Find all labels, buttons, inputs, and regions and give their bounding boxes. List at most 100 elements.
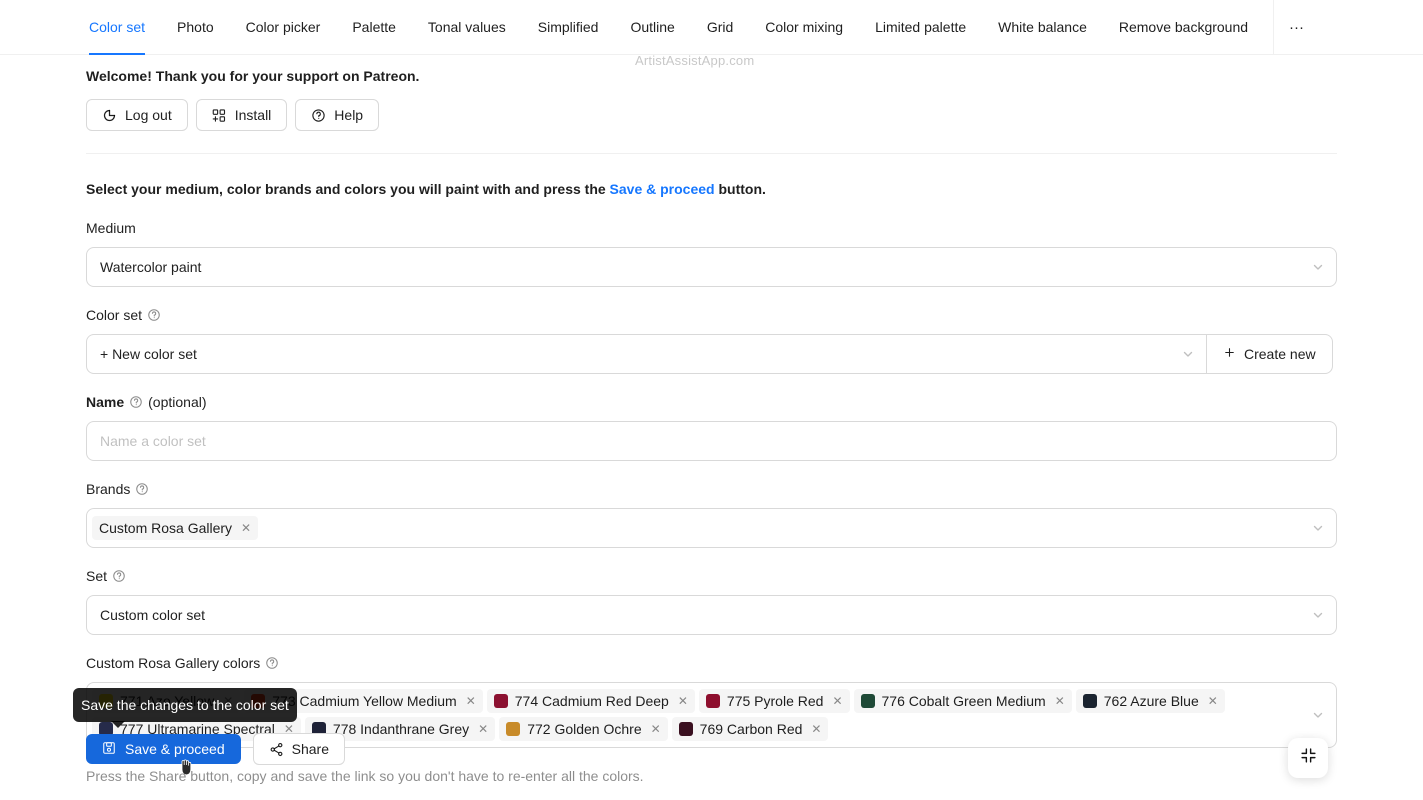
color-tag[interactable]: 762 Azure Blue ✕ [1075,689,1225,713]
tab-simplified[interactable]: Simplified [522,0,615,54]
logout-label: Log out [125,107,172,123]
close-icon[interactable]: ✕ [830,695,844,707]
color-set-label: Color set [86,304,1337,326]
main-tab-bar: Color set Photo Color picker Palette Ton… [0,0,1423,55]
close-icon[interactable]: ✕ [676,695,690,707]
tab-color-set[interactable]: Color set [73,0,161,55]
install-icon [212,108,227,123]
share-button[interactable]: Share [252,733,345,765]
tab-label: Photo [177,19,214,35]
name-input-wrapper[interactable]: Name a color set [86,421,1337,461]
color-tag[interactable]: 772 Golden Ochre ✕ [499,717,668,741]
name-input-placeholder: Name a color set [100,433,206,449]
brands-label: Brands [86,478,1337,500]
color-tag[interactable]: 776 Cobalt Green Medium ✕ [853,689,1072,713]
tab-outline[interactable]: Outline [614,0,690,54]
close-icon[interactable]: ✕ [464,695,478,707]
chevron-down-icon [1312,261,1324,273]
account-section: Welcome! Thank you for your support on P… [86,55,1337,131]
color-set-label-text: Color set [86,307,143,323]
name-optional-text: (optional) [148,394,207,410]
logout-button[interactable]: Log out [86,99,188,131]
color-swatch-icon [860,694,875,708]
compress-icon [1300,747,1317,769]
save-tooltip: Save the changes to the color set [73,688,297,728]
tab-label: Outline [630,19,675,35]
tab-white-balance[interactable]: White balance [982,0,1103,54]
share-hint-text: Press the Share button, copy and save th… [86,768,644,784]
colors-label-text: Custom Rosa Gallery colors [86,655,261,671]
color-tag[interactable]: 775 Pyrole Red ✕ [698,689,850,713]
tab-label: Simplified [537,19,599,35]
tab-limited-palette[interactable]: Limited palette [859,0,982,54]
brand-tag[interactable]: Custom Rosa Gallery ✕ [92,516,259,540]
tab-photo[interactable]: Photo [161,0,230,54]
question-circle-icon[interactable] [112,569,126,583]
color-set-select[interactable]: + New color set [86,334,1206,374]
section-divider [86,153,1337,154]
colors-label: Custom Rosa Gallery colors [86,652,1337,674]
tab-label: Limited palette [875,19,967,35]
share-label: Share [291,741,329,757]
tab-palette[interactable]: Palette [336,0,412,54]
color-tag-label: 778 Indanthrane Grey [332,721,470,737]
brands-field: Brands Custom Rosa Gallery ✕ [86,478,1337,548]
question-circle-icon[interactable] [147,308,161,322]
color-tag[interactable]: 769 Carbon Red ✕ [671,717,829,741]
tab-label: Remove background [1118,19,1249,35]
question-circle-icon [311,108,326,123]
set-label: Set [86,565,1337,587]
action-row: Save & proceed Share [86,733,345,776]
color-tag-label: 775 Pyrole Red [726,693,824,709]
install-label: Install [234,107,272,123]
color-tag-label: 772 Golden Ochre [527,721,642,737]
color-tag-label: 773 Cadmium Yellow Medium [272,693,457,709]
color-set-value: + New color set [100,346,197,362]
save-icon [102,741,116,758]
create-new-button[interactable]: Create new [1206,334,1333,374]
set-field: Set Custom color set [86,565,1337,635]
name-label: Name (optional) [86,391,1337,413]
create-new-label: Create new [1244,346,1316,362]
name-label-text: Name [86,394,125,410]
set-label-text: Set [86,568,108,584]
medium-field: Medium Watercolor paint [86,217,1337,287]
save-and-proceed-button[interactable]: Save & proceed [86,734,241,776]
logout-icon [102,108,117,123]
question-circle-icon[interactable] [129,395,143,409]
install-button[interactable]: Install [195,99,288,131]
instructions-before: Select your medium, color brands and col… [86,181,610,197]
close-icon[interactable]: ✕ [1206,695,1220,707]
color-swatch-icon [506,722,521,736]
close-icon[interactable]: ✕ [809,723,823,735]
close-icon[interactable]: ✕ [649,723,663,735]
close-icon[interactable]: ✕ [239,522,253,534]
chevron-down-icon [1312,709,1324,721]
name-field: Name (optional) Name a color set [86,391,1337,461]
tab-remove-background[interactable]: Remove background [1103,0,1264,54]
tab-grid[interactable]: Grid [691,0,749,54]
tab-overflow-button[interactable]: ··· [1273,0,1319,54]
tab-tonal-values[interactable]: Tonal values [412,0,522,54]
brands-select[interactable]: Custom Rosa Gallery ✕ [86,508,1337,548]
color-tag[interactable]: 774 Cadmium Red Deep ✕ [486,689,695,713]
question-circle-icon[interactable] [135,482,149,496]
tab-color-mixing[interactable]: Color mixing [749,0,859,54]
close-icon[interactable]: ✕ [476,723,490,735]
close-icon[interactable]: ✕ [1053,695,1067,707]
save-proceed-link[interactable]: Save & proceed [610,181,715,197]
color-set-row: + New color set Create new [86,334,1337,374]
instructions-after: button. [714,181,766,197]
color-swatch-icon [493,694,508,708]
brands-label-text: Brands [86,481,131,497]
set-select[interactable]: Custom color set [86,595,1337,635]
medium-select[interactable]: Watercolor paint [86,247,1337,287]
collapse-toggle-button[interactable] [1288,738,1328,778]
help-button[interactable]: Help [295,99,380,131]
tab-color-picker[interactable]: Color picker [230,0,337,54]
color-tag-label: 769 Carbon Red [699,721,803,737]
medium-label: Medium [86,217,1337,239]
instructions-text: Select your medium, color brands and col… [86,178,1337,200]
main-content: Welcome! Thank you for your support on P… [0,55,1423,748]
question-circle-icon[interactable] [265,656,279,670]
